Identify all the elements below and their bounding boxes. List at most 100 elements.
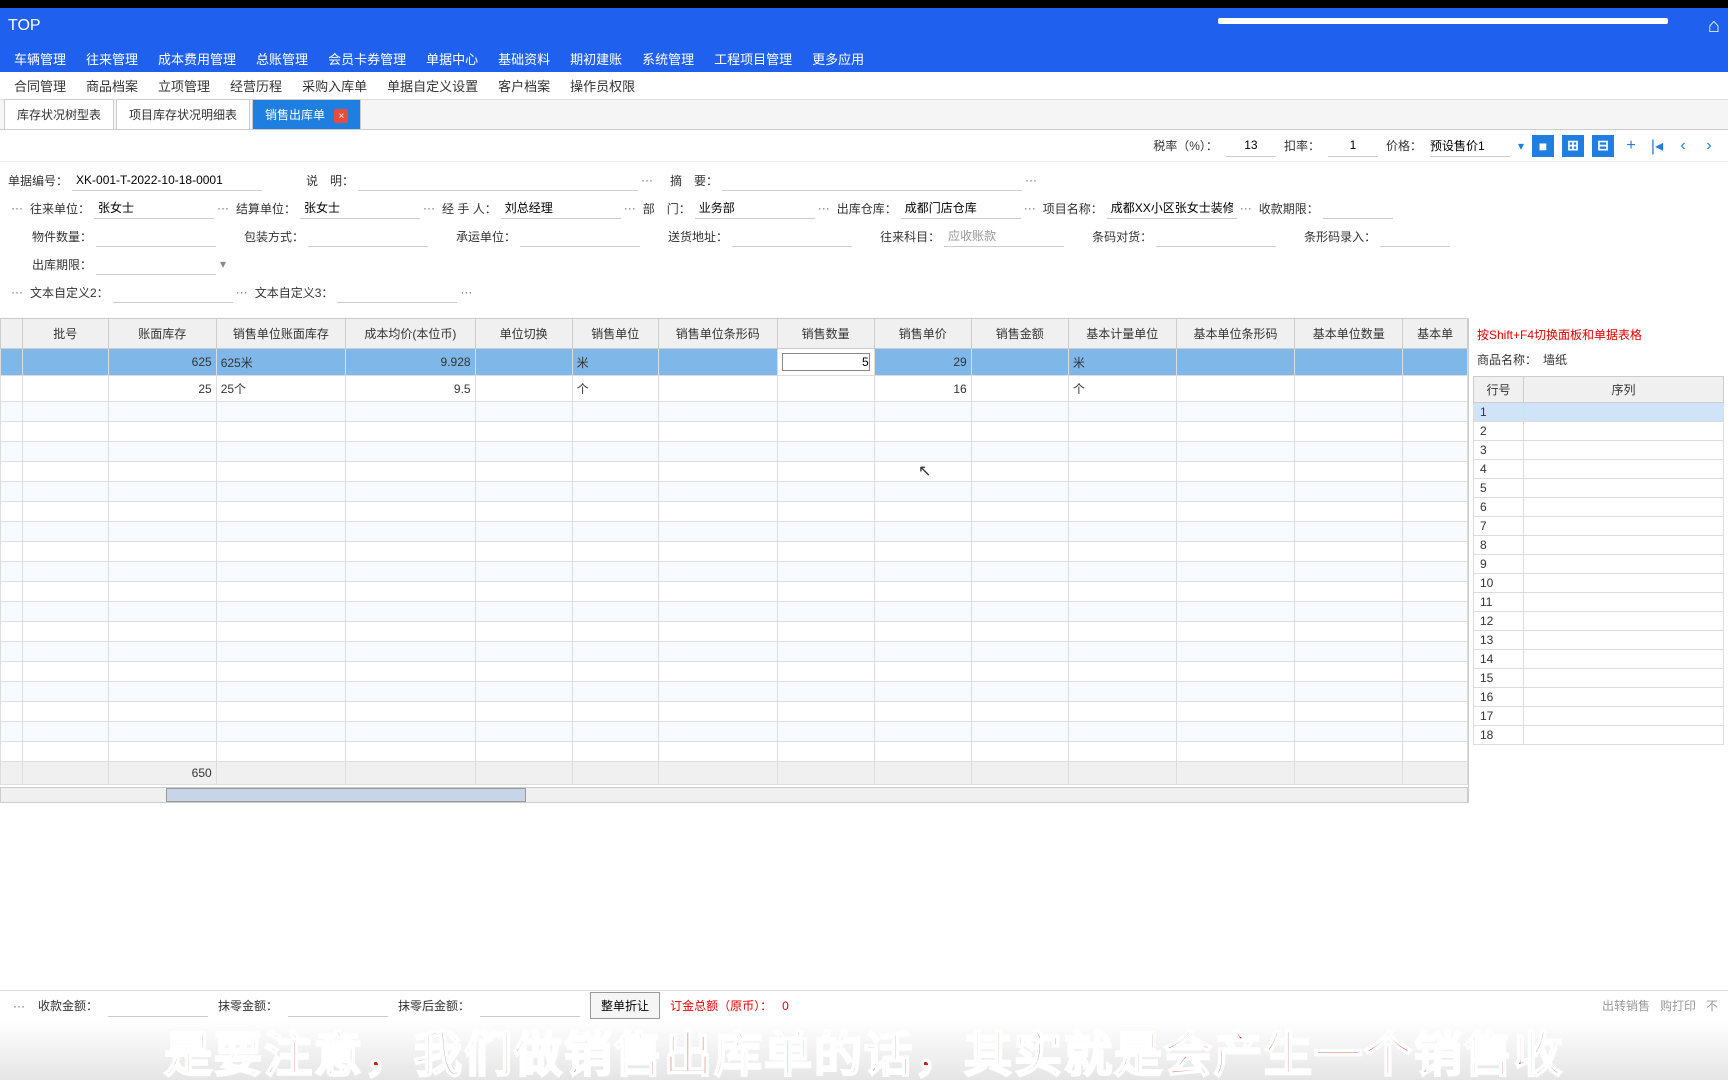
dropdown-icon[interactable]: ▾ [1518,139,1524,153]
horizontal-scrollbar[interactable] [0,787,1468,803]
side-row[interactable]: 8 [1474,536,1724,555]
sub-project[interactable]: 立项管理 [148,76,220,95]
barcode-check-input[interactable] [1156,225,1276,247]
table-row[interactable] [1,542,1468,562]
menu-vehicle[interactable]: 车辆管理 [4,49,76,68]
out-due-input[interactable] [96,253,216,275]
sub-contract[interactable]: 合同管理 [4,76,76,95]
qty-input[interactable] [96,225,216,247]
settle-input[interactable] [300,197,420,219]
toolbar-btn-2[interactable]: ⊞ [1562,135,1584,157]
project-picker-icon[interactable]: ··· [1237,201,1255,215]
table-row[interactable] [1,482,1468,502]
warehouse-input[interactable] [901,197,1021,219]
table-row[interactable] [1,642,1468,662]
add-icon[interactable]: + [1622,137,1640,155]
desc-input[interactable] [358,169,638,191]
barcode-in-input[interactable] [1380,225,1450,247]
toolbar-btn-1[interactable]: ■ [1532,135,1554,157]
tab-stock-tree[interactable]: 库存状况树型表 [4,99,114,129]
side-row[interactable]: 5 [1474,479,1724,498]
after-input[interactable] [480,995,580,1017]
menu-member[interactable]: 会员卡券管理 [318,49,416,68]
toolbar-btn-3[interactable]: ⊟ [1592,135,1614,157]
prev-icon[interactable]: ‹ [1674,137,1692,155]
sub-operator[interactable]: 操作员权限 [560,76,645,95]
menu-project[interactable]: 工程项目管理 [704,49,802,68]
menu-system[interactable]: 系统管理 [632,49,704,68]
table-row[interactable] [1,442,1468,462]
side-row[interactable]: 1 [1474,403,1724,422]
table-row[interactable] [1,742,1468,762]
side-row[interactable]: 9 [1474,555,1724,574]
price-select[interactable] [1430,135,1510,157]
side-row[interactable]: 11 [1474,593,1724,612]
side-row[interactable]: 12 [1474,612,1724,631]
menu-ledger[interactable]: 总账管理 [246,49,318,68]
shipaddr-input[interactable] [732,225,852,247]
side-row[interactable]: 6 [1474,498,1724,517]
sub-history[interactable]: 经营历程 [220,76,292,95]
custom3-input[interactable] [337,281,457,303]
first-icon[interactable]: |◂ [1648,136,1666,156]
dept-picker-icon[interactable]: ··· [815,201,833,215]
side-row[interactable]: 2 [1474,422,1724,441]
customer-input[interactable] [94,197,214,219]
sub-purchase[interactable]: 采购入库单 [292,76,377,95]
sub-product[interactable]: 商品档案 [76,76,148,95]
table-row[interactable] [1,502,1468,522]
menu-opening[interactable]: 期初建账 [560,49,632,68]
wipe-input[interactable] [288,995,388,1017]
side-row[interactable]: 4 [1474,460,1724,479]
sub-customdoc[interactable]: 单据自定义设置 [377,76,488,95]
customer-picker-icon[interactable]: ··· [214,201,232,215]
desc-picker-icon[interactable]: ··· [638,173,656,187]
table-row[interactable] [1,422,1468,442]
rate-input[interactable] [1226,135,1276,157]
settle-picker-icon[interactable]: ··· [420,201,438,215]
side-grid[interactable]: 行号序列 123456789101112131415161718 [1473,376,1724,745]
dept-input[interactable] [695,197,815,219]
custom3-picker-icon[interactable]: ··· [457,285,475,299]
table-row[interactable] [1,602,1468,622]
custom2-input[interactable] [113,281,233,303]
warehouse-picker-icon[interactable]: ··· [1021,201,1039,215]
table-row[interactable] [1,562,1468,582]
carrier-input[interactable] [520,225,640,247]
table-row[interactable] [1,662,1468,682]
row-picker-icon[interactable]: ··· [8,285,26,299]
pack-input[interactable] [308,225,428,247]
menu-contacts[interactable]: 往来管理 [76,49,148,68]
side-row[interactable]: 16 [1474,688,1724,707]
side-row[interactable]: 17 [1474,707,1724,726]
tab-stock-detail[interactable]: 项目库存状况明细表 [116,99,250,129]
menu-basedata[interactable]: 基础资料 [488,49,560,68]
close-icon[interactable]: × [334,109,348,123]
scroll-thumb[interactable] [166,788,526,802]
tab-sales-out[interactable]: 销售出库单 × [252,99,361,130]
custom2-picker-icon[interactable]: ··· [233,285,251,299]
summary-input[interactable] [722,169,1022,191]
footer-picker-icon[interactable]: ··· [10,999,28,1013]
side-row[interactable]: 14 [1474,650,1724,669]
table-row[interactable] [1,522,1468,542]
menu-more[interactable]: 更多应用 [802,49,874,68]
side-row[interactable]: 3 [1474,441,1724,460]
menu-docs[interactable]: 单据中心 [416,49,488,68]
table-row[interactable] [1,402,1468,422]
table-row[interactable] [1,622,1468,642]
side-row[interactable]: 7 [1474,517,1724,536]
table-row[interactable] [1,462,1468,482]
sub-customer[interactable]: 客户档案 [488,76,560,95]
summary-picker-icon[interactable]: ··· [1022,173,1040,187]
table-row[interactable] [1,582,1468,602]
side-row[interactable]: 15 [1474,669,1724,688]
dropdown-icon[interactable]: ▾ [220,257,226,271]
discount-input[interactable] [1328,135,1378,157]
side-row[interactable]: 13 [1474,631,1724,650]
table-row[interactable]: 2525个 9.5个 16个 [1,376,1468,402]
collect-due-input[interactable] [1323,197,1393,219]
handler-input[interactable] [501,197,621,219]
table-row[interactable] [1,722,1468,742]
handler-picker-icon[interactable]: ··· [621,201,639,215]
